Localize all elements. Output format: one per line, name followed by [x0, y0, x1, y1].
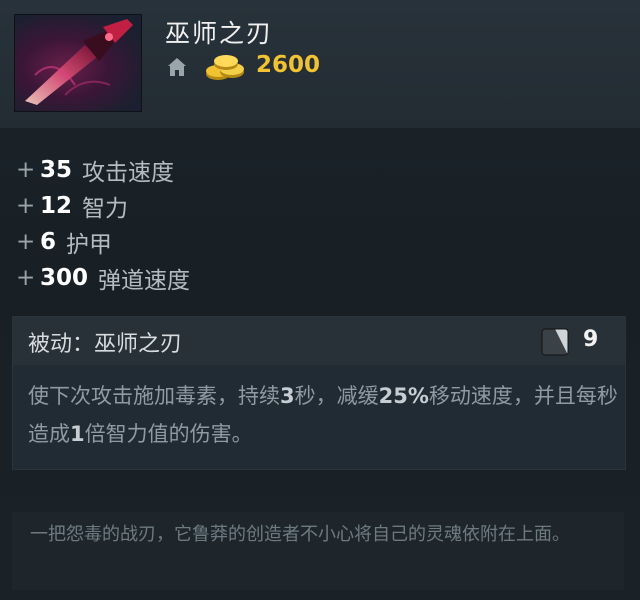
- ability-description: 使下次攻击施加毒素，持续3秒，减缓25%移动速度，并且每秒造成1倍智力值的伤害。: [28, 377, 618, 453]
- stat-value: 6: [40, 229, 57, 255]
- item-stats: + 35 攻击速度 + 12 智力 + 6 护甲 + 300 弹道速度: [16, 152, 190, 296]
- gold-cost: 2600: [256, 52, 321, 78]
- ability-header: 被动：巫师之刃 9: [13, 317, 625, 365]
- desc-value: 3: [280, 384, 295, 408]
- desc-text: 使下次攻击施加毒素，持续: [28, 384, 280, 408]
- item-name: 巫师之刃: [165, 19, 274, 48]
- item-tooltip: 巫师之刃 2600 + 35 攻击速度 + 12 智力 + 6 护甲 + 300…: [0, 0, 640, 600]
- mana-icon: [541, 328, 569, 356]
- stat-label: 护甲: [66, 232, 113, 258]
- stat-row: + 300 弹道速度: [16, 260, 190, 296]
- stat-row: + 12 智力: [16, 188, 190, 224]
- stat-label: 智力: [82, 196, 129, 222]
- stat-row: + 35 攻击速度: [16, 152, 190, 188]
- lore-panel: 一把怨毒的战刃，它鲁莽的创造者不小心将自己的灵魂依附在上面。: [12, 512, 624, 590]
- stat-label: 攻击速度: [82, 160, 175, 186]
- stat-plus: +: [16, 229, 36, 255]
- stat-plus: +: [16, 193, 36, 219]
- stat-value: 35: [40, 157, 73, 183]
- stat-plus: +: [16, 157, 36, 183]
- stat-plus: +: [16, 265, 36, 291]
- mana-cost: 9: [583, 327, 599, 352]
- item-header: 巫师之刃 2600: [0, 0, 640, 128]
- ability-panel: 被动：巫师之刃 9 使下次攻击施加毒素，持续3秒，减缓25%移动速度，并且每秒造…: [12, 316, 626, 470]
- dagger-icon: [14, 14, 142, 112]
- desc-text: 秒，减缓: [294, 384, 379, 408]
- stat-label: 弹道速度: [98, 268, 191, 294]
- stat-value: 12: [40, 193, 73, 219]
- stat-row: + 6 护甲: [16, 224, 190, 260]
- stat-value: 300: [40, 265, 89, 291]
- desc-text: 倍智力值的伤害。: [84, 422, 253, 446]
- home-icon: [165, 55, 189, 79]
- gold-coins-icon: [204, 52, 248, 82]
- lore-text: 一把怨毒的战刃，它鲁莽的创造者不小心将自己的灵魂依附在上面。: [30, 524, 570, 545]
- desc-value: 1: [70, 422, 85, 446]
- ability-title: 被动：巫师之刃: [28, 332, 183, 357]
- desc-value: 25%: [378, 384, 429, 408]
